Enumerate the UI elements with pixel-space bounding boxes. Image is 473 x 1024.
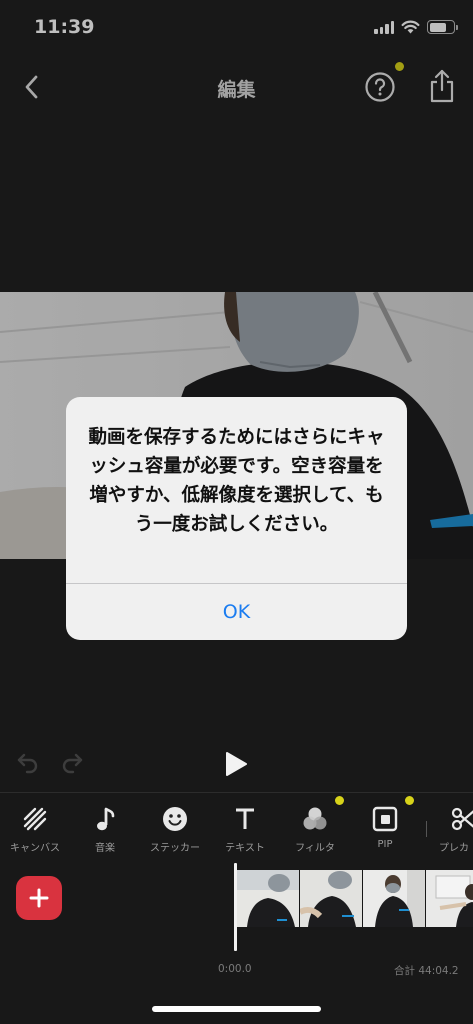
current-time: 0:00.0 xyxy=(218,963,252,975)
total-duration: 合計 44:04.2 xyxy=(394,965,459,977)
tool-music[interactable]: 音楽 xyxy=(70,800,140,854)
filter-badge-dot xyxy=(335,796,344,805)
tool-pip-label: PIP xyxy=(377,839,393,850)
pip-icon xyxy=(372,806,398,832)
text-icon xyxy=(236,808,254,829)
music-note-icon xyxy=(97,807,115,831)
scissors-icon xyxy=(451,807,473,831)
undo-icon[interactable] xyxy=(16,752,40,774)
filter-icon xyxy=(303,807,327,830)
question-circle-icon xyxy=(365,72,395,102)
tool-text-label: テキスト xyxy=(225,843,265,854)
cellular-signal-icon xyxy=(374,20,394,34)
tool-pip[interactable]: PIP xyxy=(350,796,420,850)
timeline-frame xyxy=(300,870,362,927)
tool-precut-label: プレカ xyxy=(439,843,469,854)
edit-toolbar: キャンバス 音楽 ステッカー テキスト フィルタ PIP プレカ xyxy=(0,796,473,860)
status-time: 11:39 xyxy=(34,16,95,38)
timeline-frame xyxy=(237,870,299,927)
toolbar-separator xyxy=(426,821,427,837)
plus-icon xyxy=(29,888,49,908)
timeline-strip[interactable] xyxy=(237,870,473,927)
timeline-frame xyxy=(426,870,473,927)
battery-icon xyxy=(427,20,458,34)
tool-sticker-label: ステッカー xyxy=(150,843,200,854)
share-button[interactable] xyxy=(428,68,456,104)
home-indicator[interactable] xyxy=(152,1006,321,1012)
alert-message: 動画を保存するためにはさらにキャッシュ容量が必要です。空き容量を増やすか、低解像… xyxy=(88,427,385,535)
storage-alert-dialog: 動画を保存するためにはさらにキャッシュ容量が必要です。空き容量を増やすか、低解像… xyxy=(66,397,407,640)
status-bar: 11:39 xyxy=(0,0,473,58)
tool-precut[interactable]: プレカ xyxy=(427,800,473,854)
tool-filter-label: フィルタ xyxy=(295,843,335,854)
tool-sticker[interactable]: ステッカー xyxy=(140,800,210,854)
tool-text[interactable]: テキスト xyxy=(210,800,280,854)
timeline-playhead[interactable] xyxy=(234,863,237,951)
pip-badge-dot xyxy=(405,796,414,805)
alert-ok-button[interactable]: OK xyxy=(66,584,407,640)
nav-bar: 編集 xyxy=(0,58,473,118)
notification-dot xyxy=(395,62,404,71)
canvas-icon xyxy=(23,807,47,831)
redo-icon[interactable] xyxy=(60,752,84,774)
add-clip-button[interactable] xyxy=(16,876,62,920)
share-icon xyxy=(430,69,454,103)
help-button[interactable] xyxy=(364,62,404,103)
tool-canvas-label: キャンバス xyxy=(10,843,60,854)
wifi-icon xyxy=(401,20,420,34)
toolbar-divider xyxy=(0,792,473,793)
timeline-frame xyxy=(363,870,425,927)
page-title: 編集 xyxy=(217,79,256,101)
play-button[interactable] xyxy=(224,751,248,777)
tool-canvas[interactable]: キャンバス xyxy=(0,800,70,854)
status-icons xyxy=(374,20,458,34)
smiley-icon xyxy=(163,807,187,831)
tool-music-label: 音楽 xyxy=(95,843,115,854)
tool-filter[interactable]: フィルタ xyxy=(280,796,350,854)
